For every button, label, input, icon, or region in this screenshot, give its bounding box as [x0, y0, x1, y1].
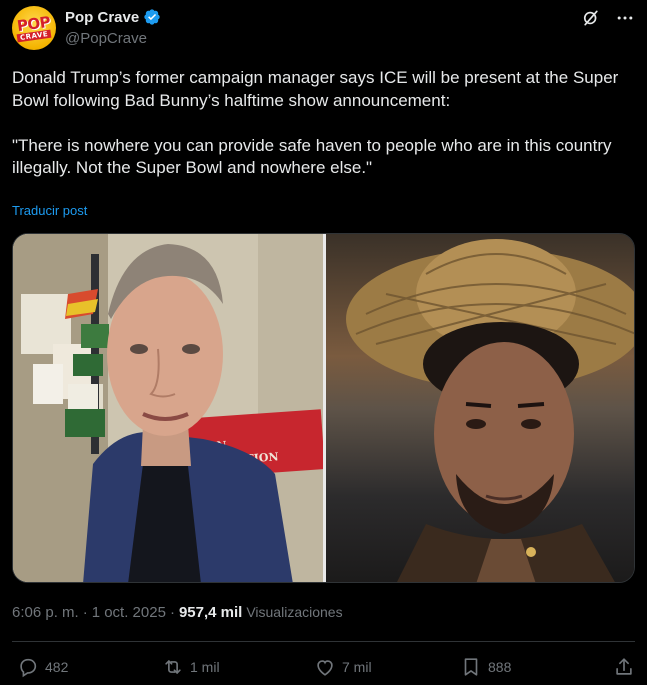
repost-count: 1 mil	[190, 659, 220, 675]
tweet-text: Donald Trump’s former campaign manager s…	[12, 68, 619, 177]
top-actions	[581, 8, 635, 28]
views-label: Visualizaciones	[246, 604, 343, 620]
more-icon[interactable]	[615, 8, 635, 28]
grok-icon[interactable]	[581, 8, 601, 28]
bookmark-count: 888	[488, 659, 512, 675]
share-icon	[616, 658, 632, 675]
tweet-meta: 6:06 p. m. · 1 oct. 2025 · 957,4 mil Vis…	[12, 604, 343, 621]
divider-line	[12, 641, 635, 642]
like-button[interactable]: 7 mil	[314, 653, 372, 681]
tweet-header: POP CRAVE Pop Crave @PopCrave	[12, 6, 635, 50]
reply-icon	[20, 658, 37, 678]
handle[interactable]: @PopCrave	[65, 30, 147, 47]
display-name[interactable]: Pop Crave	[65, 9, 139, 26]
bookmark-icon	[464, 658, 478, 676]
repost-button[interactable]: 1 mil	[162, 653, 220, 681]
left-image-illustration: AN ONVENTION	[13, 234, 323, 582]
name-row: Pop Crave	[65, 8, 161, 26]
tweet-date[interactable]: 1 oct. 2025	[92, 604, 166, 621]
reply-button[interactable]: 482	[17, 653, 68, 681]
tweet-time[interactable]: 6:06 p. m.	[12, 604, 79, 621]
bookmark-button[interactable]: 888	[460, 653, 511, 681]
avatar[interactable]: POP CRAVE	[12, 6, 56, 50]
meta-separator: ·	[169, 604, 175, 621]
media-left-image[interactable]: AN ONVENTION	[13, 234, 323, 582]
heart-icon	[317, 660, 333, 676]
verified-badge-icon	[144, 9, 160, 25]
right-image-illustration	[326, 234, 634, 582]
repost-icon	[165, 660, 181, 674]
share-button[interactable]	[613, 653, 635, 681]
translate-post-link[interactable]: Traducir post	[12, 203, 87, 218]
like-count: 7 mil	[342, 659, 372, 675]
reply-count: 482	[45, 659, 69, 675]
action-bar: 482 1 mil 7 mil 888	[12, 653, 635, 681]
meta-separator: ·	[82, 604, 88, 621]
tweet-media[interactable]: AN ONVENTION	[12, 233, 635, 583]
media-right-image[interactable]	[326, 234, 634, 582]
views-count: 957,4 mil	[178, 604, 243, 621]
